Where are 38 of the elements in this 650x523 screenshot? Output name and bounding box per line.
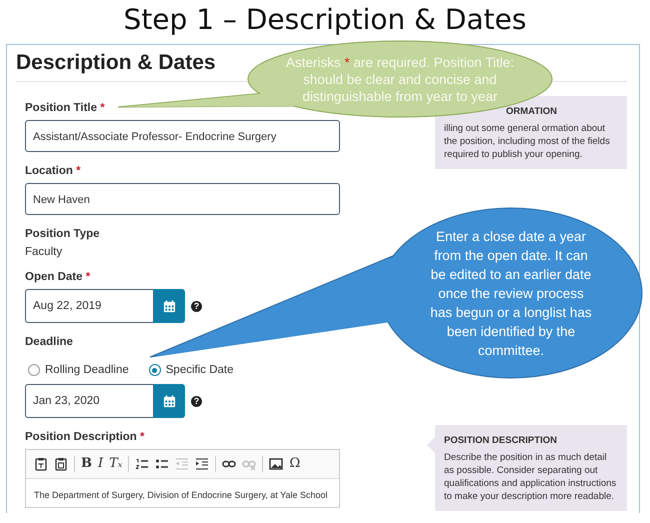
format-button[interactable]: Ω <box>289 457 300 471</box>
callout-text: Asterisks * are required. Position Title: should be clear and concise and distinguishable from year to year <box>284 54 516 104</box>
info-text: Describe the position in as much detail as possible. Consider separating out qualifications and application instructions to make your description more readable. <box>444 451 618 503</box>
rich-text-editor[interactable]: B I Tₓ Ω The Department of Surgery, Division of Endocrine Surgery, at Yale School <box>25 449 340 508</box>
clipboard-icon[interactable] <box>34 457 48 471</box>
calendar-button[interactable] <box>153 384 185 418</box>
text-field[interactable]: Assistant/Associate Professor- Endocrine Surgery <box>25 120 340 152</box>
format-button[interactable]: I <box>98 457 104 471</box>
bullet-list-icon[interactable] <box>155 457 170 471</box>
calendar-icon <box>162 394 176 408</box>
text-field[interactable]: New Haven <box>25 183 340 215</box>
field-value: Faculty <box>25 246 64 258</box>
field-label: Location * <box>25 165 81 177</box>
help-icon[interactable]: ? <box>191 300 202 312</box>
radio-button[interactable] <box>148 364 161 376</box>
callout-text: Enter a close date a year from the open date. It can be edited to an earlier date once the review process has begun or a longlist has been identified by the committee. <box>429 228 593 360</box>
field-label: Position Description * <box>25 431 144 443</box>
radio-button[interactable] <box>28 364 40 376</box>
info-title: POSITION DESCRIPTION <box>444 434 558 447</box>
radio-label[interactable]: Rolling Deadline <box>45 364 129 376</box>
calendar-button[interactable] <box>153 289 185 323</box>
info-text: illing out some general ormation about the position, including most of the fields required to publish your opening. <box>444 122 611 161</box>
field-label: Position Type <box>25 228 100 240</box>
radio-label[interactable]: Specific Date <box>166 364 234 376</box>
help-icon[interactable]: ? <box>191 396 202 406</box>
image-icon[interactable] <box>269 457 284 471</box>
info-title: ORMATION <box>506 105 558 118</box>
field-label: Deadline <box>25 336 73 348</box>
format-button[interactable]: Tₓ <box>109 457 122 471</box>
clipboard-icon[interactable] <box>54 457 68 471</box>
editor-text: The Department of Surgery, Division of Endocrine Surgery, at Yale School <box>33 489 328 502</box>
indent-icon[interactable] <box>195 457 210 471</box>
field-label: Position Title * <box>25 102 105 114</box>
field-label: Open Date * <box>25 271 90 283</box>
slide-title: Step 1 – Description & Dates <box>122 2 528 38</box>
numbered-list-icon[interactable] <box>135 457 150 471</box>
format-button[interactable]: B <box>81 457 92 471</box>
calendar-icon <box>162 300 176 312</box>
